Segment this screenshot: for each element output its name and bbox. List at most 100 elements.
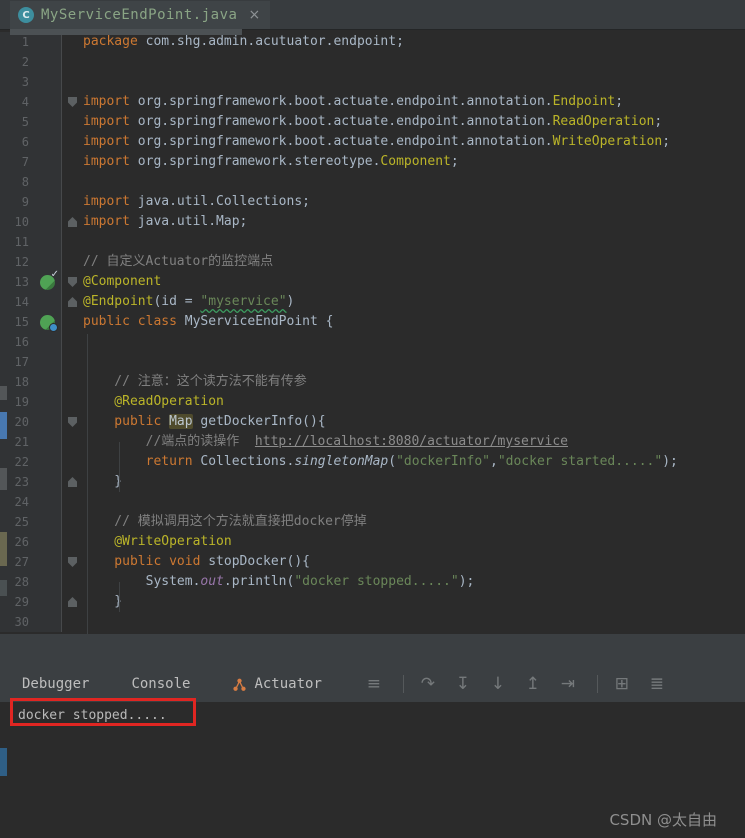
- code-line[interactable]: 11: [0, 232, 745, 252]
- fold-column: [62, 152, 83, 172]
- editor-tab-myserviceendpoint[interactable]: C MyServiceEndPoint.java ×: [10, 1, 271, 29]
- code-line[interactable]: 10 import java.util.Map;: [0, 212, 745, 232]
- code-line[interactable]: 15 public class MyServiceEndPoint {: [0, 312, 745, 332]
- code-line[interactable]: 29 }: [0, 592, 745, 612]
- console-output-pane[interactable]: docker stopped..... CSDN @太自由: [0, 698, 745, 838]
- code-text[interactable]: //端点的读操作 http://localhost:8080/actuator/…: [83, 432, 568, 452]
- fold-column: [62, 232, 83, 252]
- code-text[interactable]: import org.springframework.boot.actuate.…: [83, 112, 662, 132]
- code-text[interactable]: @Endpoint(id = "myservice"): [83, 292, 294, 312]
- code-text[interactable]: import java.util.Collections;: [83, 192, 310, 212]
- code-line[interactable]: 1 package com.shg.admin.acutuator.endpoin…: [0, 32, 745, 52]
- evaluate-expression-icon[interactable]: ⊞: [612, 674, 632, 694]
- code-line[interactable]: 23 }: [0, 472, 745, 492]
- code-line[interactable]: 13 ✓ @Component: [0, 269, 745, 292]
- code-text[interactable]: System.out.println("docker stopped....."…: [83, 572, 475, 592]
- code-line[interactable]: 28 System.out.println("docker stopped...…: [0, 572, 745, 592]
- gutter-icon-slot: [34, 192, 62, 212]
- fold-start-icon[interactable]: [68, 417, 77, 427]
- code-line[interactable]: 12// 自定义Actuator的监控端点: [0, 252, 745, 272]
- code-segment-pln: com.shg.admin.acutuator.endpoint;: [137, 34, 404, 49]
- code-line[interactable]: 26 @WriteOperation: [0, 532, 745, 552]
- code-line[interactable]: 20 public Map getDockerInfo(){: [0, 412, 745, 432]
- code-line[interactable]: 3: [0, 72, 745, 92]
- active-tab-underline: [10, 29, 242, 35]
- panel-tab-actuator[interactable]: Actuator: [232, 676, 322, 692]
- fold-column: [62, 92, 83, 112]
- fold-start-icon[interactable]: [68, 557, 77, 567]
- code-line[interactable]: 4 import org.springframework.boot.actuate…: [0, 92, 745, 112]
- code-line[interactable]: 16: [0, 332, 745, 352]
- code-text[interactable]: return Collections.singletonMap("dockerI…: [83, 452, 678, 472]
- gutter-icon-slot: [34, 312, 62, 332]
- code-text[interactable]: import org.springframework.boot.actuate.…: [83, 132, 670, 152]
- fold-column: [62, 172, 83, 192]
- code-line[interactable]: 30: [0, 612, 745, 632]
- fold-end-icon[interactable]: [68, 297, 77, 307]
- fold-column: [62, 352, 83, 372]
- code-text[interactable]: import java.util.Map;: [83, 212, 247, 232]
- code-segment-pln: .println(: [223, 574, 295, 589]
- code-line[interactable]: 19 @ReadOperation: [0, 392, 745, 412]
- gutter-icon-slot: [34, 512, 62, 532]
- code-text[interactable]: package com.shg.admin.acutuator.endpoint…: [83, 32, 404, 52]
- code-line[interactable]: 25 // 模拟调用这个方法就直接把docker停掉: [0, 512, 745, 532]
- fold-end-icon[interactable]: [68, 477, 77, 487]
- code-line[interactable]: 6 import org.springframework.boot.actuate…: [0, 132, 745, 152]
- spring-bean-icon[interactable]: ✓: [40, 269, 59, 290]
- code-segment-kw: import: [83, 194, 130, 209]
- run-to-cursor-icon[interactable]: ⇥: [558, 674, 578, 694]
- code-text[interactable]: // 模拟调用这个方法就直接把docker停掉: [83, 512, 366, 532]
- stripe-marker: [0, 532, 7, 566]
- code-line[interactable]: 8: [0, 172, 745, 192]
- code-line[interactable]: 7 import org.springframework.stereotype.C…: [0, 152, 745, 172]
- code-line[interactable]: 14 @Endpoint(id = "myservice"): [0, 292, 745, 312]
- code-segment-pln: org.springframework.stereotype.: [129, 154, 381, 169]
- gutter-icon-slot: [34, 52, 62, 72]
- code-text[interactable]: }: [83, 472, 122, 492]
- code-segment-wavy: "myservice": [200, 294, 287, 309]
- gutter-icon-slot: [34, 232, 62, 252]
- code-text[interactable]: @ReadOperation: [83, 392, 224, 412]
- code-line[interactable]: 5 import org.springframework.boot.actuate…: [0, 112, 745, 132]
- code-segment-pln: java.util.Collections;: [129, 194, 310, 209]
- code-text[interactable]: // 自定义Actuator的监控端点: [83, 252, 273, 272]
- step-over-icon[interactable]: ↷: [418, 674, 438, 694]
- fold-start-icon[interactable]: [68, 97, 77, 107]
- menu-icon[interactable]: ≡: [364, 674, 384, 694]
- gutter-icon-slot: [34, 592, 62, 612]
- panel-tab-label: Actuator: [254, 676, 322, 692]
- fold-end-icon[interactable]: [68, 597, 77, 607]
- code-line[interactable]: 24: [0, 492, 745, 512]
- code-segment-pln: org.springframework.boot.actuate.endpoin…: [129, 134, 553, 149]
- code-text[interactable]: public class MyServiceEndPoint {: [83, 312, 333, 332]
- layout-settings-icon[interactable]: ≣: [647, 674, 667, 694]
- code-line[interactable]: 2: [0, 52, 745, 72]
- close-tab-icon[interactable]: ×: [248, 7, 260, 23]
- code-text[interactable]: @WriteOperation: [83, 532, 231, 552]
- code-text[interactable]: // 注意：这个读方法不能有传参: [83, 372, 307, 392]
- code-line[interactable]: 27 public void stopDocker(){: [0, 552, 745, 572]
- code-line[interactable]: 21 //端点的读操作 http://localhost:8080/actuat…: [0, 432, 745, 452]
- code-text[interactable]: public void stopDocker(){: [83, 552, 310, 572]
- spring-bean-class-icon[interactable]: [40, 314, 58, 332]
- code-segment-fld: out: [200, 574, 224, 589]
- code-segment-ann: WriteOperation: [552, 134, 663, 149]
- code-text[interactable]: import org.springframework.stereotype.Co…: [83, 152, 459, 172]
- fold-end-icon[interactable]: [68, 217, 77, 227]
- code-text[interactable]: public Map getDockerInfo(){: [83, 412, 326, 432]
- step-out-icon[interactable]: ↥: [523, 674, 543, 694]
- code-line[interactable]: 18 // 注意：这个读方法不能有传参: [0, 372, 745, 392]
- code-line[interactable]: 9 import java.util.Collections;: [0, 192, 745, 212]
- force-step-into-icon[interactable]: ↓: [488, 674, 508, 694]
- panel-tab-debugger[interactable]: Debugger: [22, 676, 89, 692]
- code-text[interactable]: import org.springframework.boot.actuate.…: [83, 92, 623, 112]
- code-line[interactable]: 17: [0, 352, 745, 372]
- fold-start-icon[interactable]: [68, 277, 77, 287]
- code-text[interactable]: }: [83, 592, 122, 612]
- code-text[interactable]: @Component: [83, 272, 161, 292]
- panel-tab-console[interactable]: Console: [131, 676, 190, 692]
- code-editor[interactable]: 1 package com.shg.admin.acutuator.endpoin…: [0, 32, 745, 642]
- step-into-icon[interactable]: ↧: [453, 674, 473, 694]
- code-line[interactable]: 22 return Collections.singletonMap("dock…: [0, 452, 745, 472]
